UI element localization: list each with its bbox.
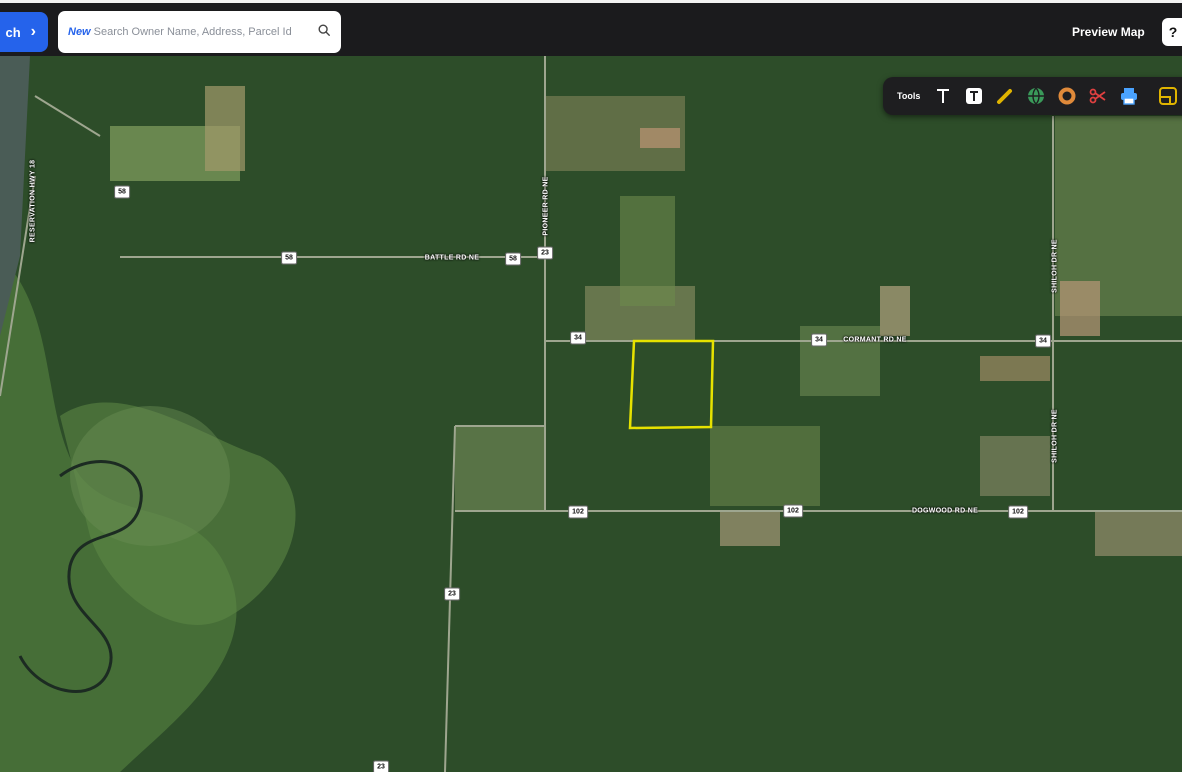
new-tag: New [68,26,91,38]
search-button-label: ch [5,24,21,40]
route-shield: 102 [783,504,803,518]
route-shield: 102 [1008,505,1028,519]
top-bar: ch › New Search Owner Name, Address, Par… [0,0,1182,56]
map-tools-toolbar: Tools [883,77,1182,115]
route-shield: 23 [444,587,460,601]
map-imagery [0,56,1182,772]
satellite-map[interactable]: 58 58 58 23 23 23 34 34 34 102 102 102 B… [0,56,1182,772]
route-shield: 34 [1035,334,1051,348]
route-shield: 58 [281,251,297,265]
road-label: RESERVATION HWY 18 [29,159,37,243]
tools-label: Tools [897,91,921,101]
road-label: SHILOH DR NE [1051,239,1059,293]
search-button[interactable]: ch › [0,12,48,52]
pencil-tool-icon[interactable] [994,85,1016,107]
route-shield: 23 [537,246,553,260]
scissors-tool-icon[interactable] [1087,85,1109,107]
text-tool-icon[interactable] [932,85,954,107]
chevron-right-icon: › [30,23,36,40]
globe-tool-icon[interactable] [1025,85,1047,107]
route-shield: 58 [505,252,521,266]
print-tool-icon[interactable] [1118,85,1140,107]
road-label: CORMANT RD NE [843,336,907,344]
road-label: SHILOH DR NE [1051,409,1059,463]
donut-tool-icon[interactable] [1056,85,1078,107]
search-placeholder: Search Owner Name, Address, Parcel Id [93,26,292,38]
preview-map-button[interactable]: Preview Map [1072,25,1145,39]
route-shield: 102 [568,505,588,519]
search-input[interactable]: New Search Owner Name, Address, Parcel I… [58,11,341,53]
route-shield: 34 [811,333,827,347]
layout-tool-icon[interactable] [1157,85,1179,107]
route-shield: 34 [570,331,586,345]
route-shield: 23 [373,760,389,772]
route-shield: 58 [114,185,130,199]
help-button[interactable]: ? [1162,18,1182,46]
road-label: DOGWOOD RD NE [911,507,979,515]
road-label: PIONEER RD NE [542,176,550,236]
search-icon[interactable] [317,23,331,42]
road-label: BATTLE RD NE [424,254,480,262]
text-box-tool-icon[interactable] [963,85,985,107]
